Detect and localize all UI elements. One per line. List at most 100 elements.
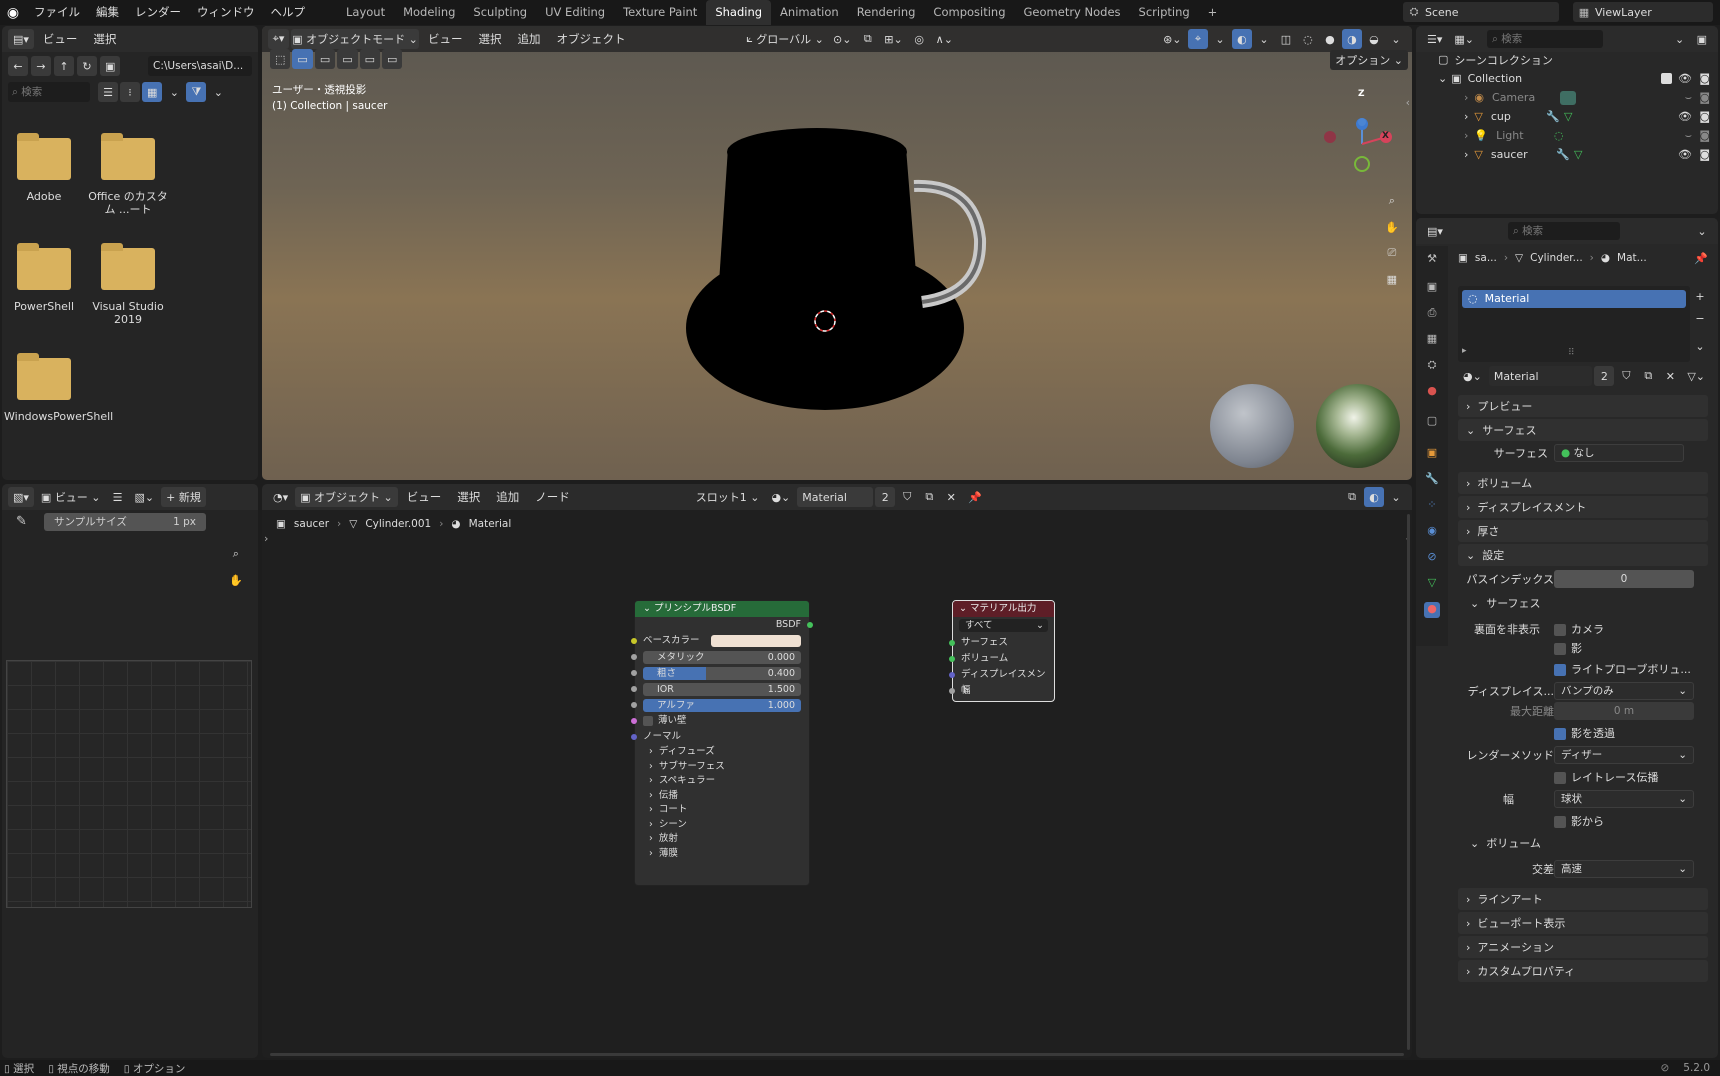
panel-coat[interactable]: › コート (649, 803, 809, 818)
pin-icon[interactable]: 📌 (963, 487, 987, 507)
mesh-data-icon[interactable]: ▽ (1564, 110, 1572, 123)
collection-tab-icon[interactable]: ▢ (1424, 414, 1440, 430)
sample-size-field[interactable]: サンプルサイズ 1 px (44, 513, 206, 531)
hand-pan-icon[interactable]: ✋ (1380, 217, 1404, 237)
menu-add[interactable]: 追加 (489, 489, 526, 505)
thickness-socket[interactable] (949, 688, 955, 694)
expand-triangle-icon[interactable]: ▸ (1462, 346, 1467, 356)
data-tab-icon[interactable]: ▽ (1424, 576, 1440, 592)
zoom-icon[interactable]: ⌕ (1380, 191, 1404, 211)
output-node-header[interactable]: ⌄ マテリアル出力 (953, 601, 1054, 617)
panel-animation[interactable]: › アニメーション (1458, 936, 1708, 958)
roughness-socket[interactable] (631, 670, 637, 676)
max-distance-field[interactable]: 0 m (1554, 702, 1694, 720)
roughness-slider[interactable]: 粗さ 0.400 (643, 667, 801, 680)
chevron-right-icon[interactable]: › (1464, 129, 1468, 142)
navigation-gizmo[interactable] (1322, 92, 1402, 182)
particles-tab-icon[interactable]: ⁘ (1424, 498, 1440, 514)
eye-icon[interactable]: 👁 (1678, 148, 1692, 161)
normal-socket[interactable] (631, 734, 637, 740)
menu-select[interactable]: 選択 (450, 489, 487, 505)
chevron-right-icon[interactable]: › (1464, 148, 1468, 161)
camera-render-icon[interactable]: ◙ (1699, 129, 1710, 142)
editor-type-button[interactable]: ☰▾ (1422, 29, 1447, 49)
node-editor-hscrollbar[interactable] (270, 1053, 1404, 1056)
panel-lineart[interactable]: › ラインアート (1458, 888, 1708, 910)
panel-surface[interactable]: ⌄ サーフェス (1458, 419, 1708, 441)
panel-diffuse[interactable]: › ディフューズ (649, 745, 809, 760)
tab-animation[interactable]: Animation (771, 0, 848, 25)
camera-render-icon[interactable]: ◙ (1699, 148, 1710, 161)
hidden-eye-icon[interactable]: ⌣ (1685, 129, 1692, 143)
snap-icon[interactable]: ⧉ (1342, 487, 1362, 507)
collapse-chevron-icon[interactable]: ⌄ (959, 603, 967, 614)
render-tab-icon[interactable]: ▣ (1424, 280, 1440, 296)
add-slot-plus-icon[interactable]: + (1690, 286, 1710, 306)
menu-hamburger-icon[interactable]: ☰ (108, 487, 128, 507)
outliner-item-light[interactable]: › 💡 Light ◌ ⌣ ◙ (1416, 126, 1718, 145)
scene-tab-icon[interactable]: ⛭ (1424, 358, 1440, 374)
world-tab-icon[interactable]: ● (1424, 384, 1440, 400)
menu-help[interactable]: ヘルプ (263, 0, 314, 25)
metallic-slider[interactable]: メタリック 0.000 (643, 651, 801, 664)
tab-uv-editing[interactable]: UV Editing (536, 0, 614, 25)
metallic-socket[interactable] (631, 654, 637, 660)
bsdf-node-header[interactable]: ⌄ プリンシプルBSDF (635, 601, 809, 617)
material-output-node[interactable]: ⌄ マテリアル出力 すべて ⌄ サーフェス ボリューム ディスプレイスメント 幅 (949, 600, 1055, 702)
menu-file[interactable]: ファイル (26, 0, 88, 25)
filter-dropdown-icon[interactable]: ⌄ (208, 82, 228, 102)
add-workspace-button[interactable]: + (1199, 0, 1227, 25)
hand-pan-icon[interactable]: ✋ (224, 570, 248, 590)
displacement-method-dropdown[interactable]: バンプのみ ⌄ (1554, 682, 1694, 700)
collapse-chevron-icon[interactable]: ⌄ (643, 603, 651, 614)
list-horizontal-icon[interactable]: ⁝ (120, 82, 140, 102)
new-collection-icon[interactable]: ▣ (1692, 29, 1712, 49)
filter-icon[interactable]: ⧩ (186, 82, 207, 102)
resize-handle-icon[interactable]: ⠿ (1568, 348, 1575, 358)
editor-type-button[interactable]: ▤▾ (8, 29, 34, 49)
panel-preview[interactable]: › プレビュー (1458, 395, 1708, 417)
constraints-tab-icon[interactable]: ⊘ (1424, 550, 1440, 566)
panel-settings[interactable]: ⌄ 設定 (1458, 544, 1708, 566)
parent-dir-icon[interactable]: ↑ (54, 56, 74, 76)
remove-slot-minus-icon[interactable]: − (1690, 308, 1710, 328)
new-folder-icon[interactable]: ▣ (100, 56, 121, 76)
refresh-icon[interactable]: ↻ (77, 56, 97, 76)
pin-icon[interactable]: 📌 (1694, 252, 1708, 265)
camera-view-icon[interactable]: ⎚ (1380, 243, 1404, 263)
chevron-right-icon[interactable]: › (1464, 110, 1468, 123)
output-target-dropdown[interactable]: すべて ⌄ (959, 619, 1048, 632)
blender-logo-icon[interactable]: ◉ (0, 5, 26, 21)
object-tab-icon[interactable]: ▣ (1424, 446, 1440, 462)
overlay-icon[interactable]: ◐ (1364, 487, 1384, 507)
tab-modeling[interactable]: Modeling (394, 0, 464, 25)
network-off-icon[interactable]: ⊘ (1660, 1062, 1669, 1074)
displacement-socket[interactable] (949, 672, 955, 678)
base-color-socket[interactable] (631, 638, 637, 644)
mesh-data-icon[interactable]: ▽ (1574, 148, 1582, 161)
panel-viewport-display[interactable]: › ビューポート表示 (1458, 912, 1708, 934)
menu-select[interactable]: 選択 (86, 31, 123, 47)
wrench-modifier-icon[interactable]: 🔧 (1546, 110, 1560, 123)
material-browse-icon[interactable]: ◕⌄ (766, 487, 795, 507)
fake-user-shield-icon[interactable]: ⛉ (897, 487, 917, 507)
panel-custom-properties[interactable]: › カスタムプロパティ (1458, 960, 1708, 982)
ior-slider[interactable]: IOR 1.500 (643, 683, 801, 696)
thin-wall-checkbox[interactable] (643, 715, 653, 726)
outliner-search[interactable]: ⌕ 検索 (1487, 30, 1604, 48)
from-shadow-checkbox[interactable]: 影から (1554, 813, 1604, 829)
output-tab-icon[interactable]: ⎙ (1424, 306, 1440, 322)
camera-render-icon[interactable]: ◙ (1699, 72, 1710, 85)
outliner-item-saucer[interactable]: › ▽ saucer 🔧 ▽ 👁 ◙ (1416, 145, 1718, 164)
display-mode-icon[interactable]: ▦⌄ (1449, 29, 1479, 49)
sub-volume-header[interactable]: ⌄ ボリューム (1450, 832, 1718, 854)
panel-thin-film[interactable]: › 薄膜 (649, 847, 809, 862)
sub-surface-header[interactable]: ⌄ サーフェス (1450, 592, 1718, 614)
thin-wall-row[interactable]: 薄い壁 (631, 713, 809, 729)
eyedropper-icon[interactable]: ✎ (16, 514, 27, 529)
outliner-item-camera[interactable]: › ◉ Camera ⌣ ◙ (1416, 88, 1718, 107)
material-browse-icon[interactable]: ◕⌄ (1458, 366, 1487, 386)
surface-shader-field[interactable]: ● なし (1554, 444, 1684, 462)
folder-powershell[interactable]: PowerShell (4, 243, 84, 313)
menu-view[interactable]: ビュー (400, 489, 449, 505)
